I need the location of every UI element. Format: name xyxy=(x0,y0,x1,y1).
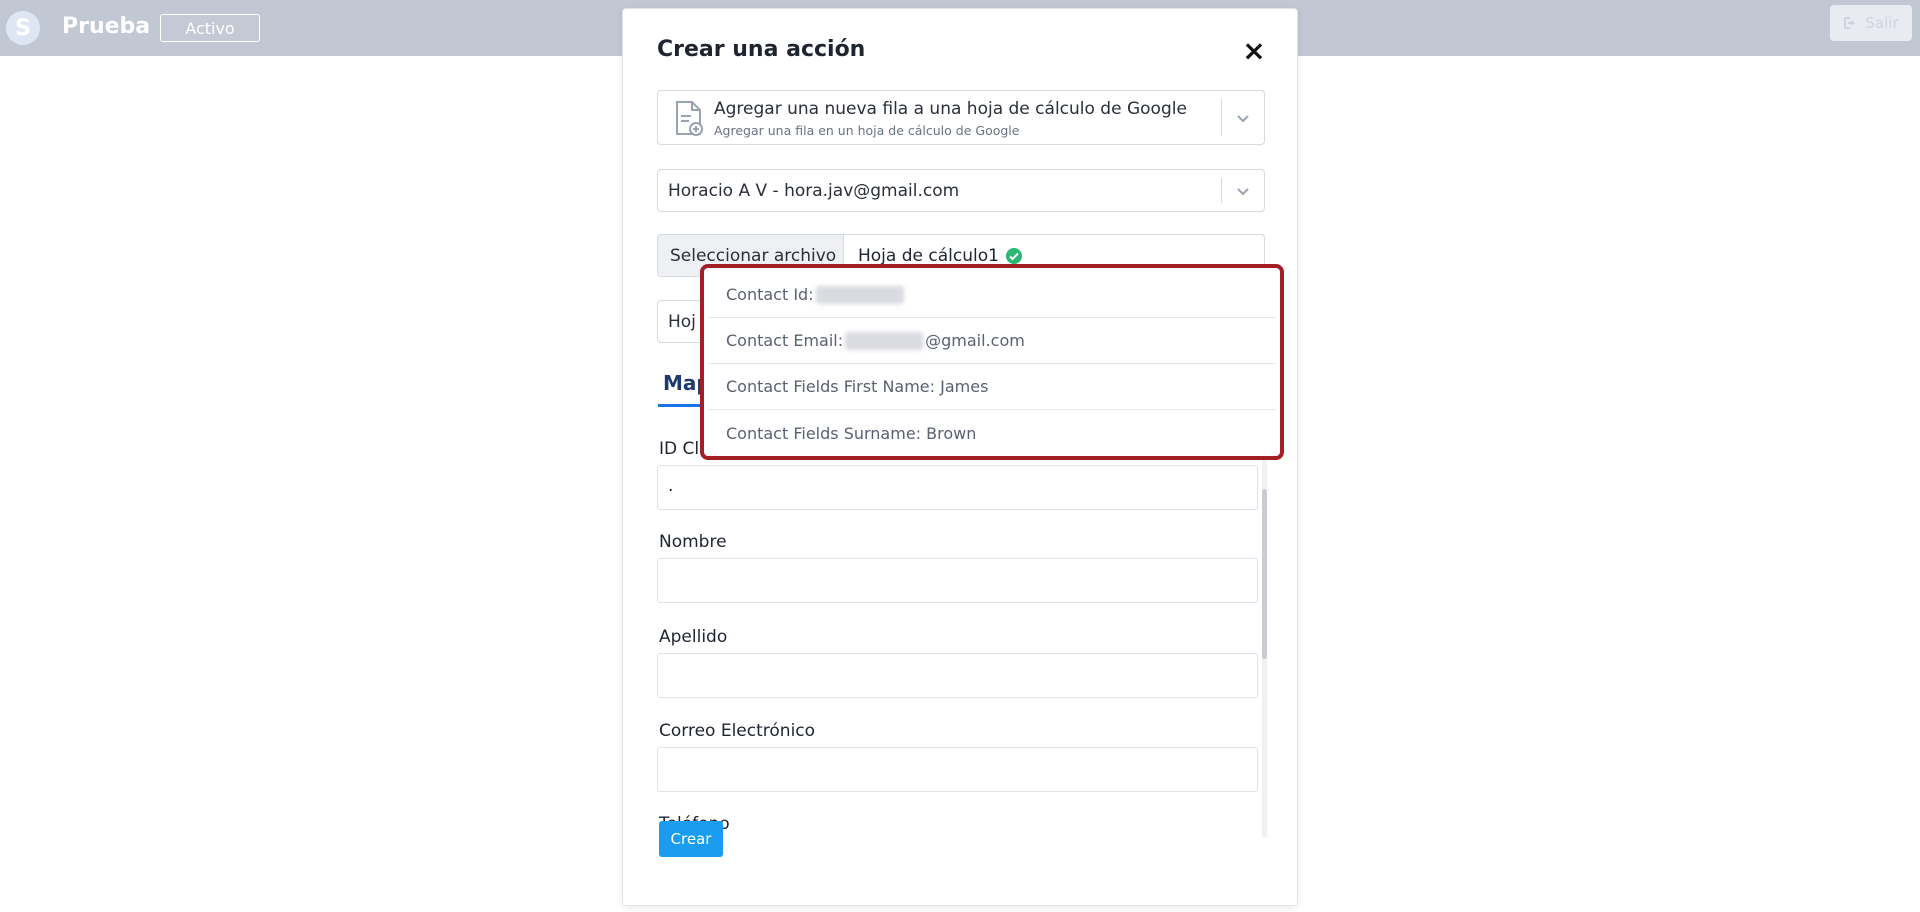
field-label-correo: Correo Electrónico xyxy=(659,721,816,741)
scrollbar-thumb[interactable] xyxy=(1262,489,1267,659)
modal-title: Crear una acción xyxy=(657,37,866,62)
field-label-apellido: Apellido xyxy=(659,627,728,647)
variable-dropdown: Contact Id: Contact Email: @gmail.com Co… xyxy=(700,264,1284,460)
dropdown-item-contact-id[interactable]: Contact Id: xyxy=(708,272,1276,318)
dropdown-item-suffix: @gmail.com xyxy=(925,331,1025,350)
dropdown-item-label: Contact Email: xyxy=(726,331,844,350)
field-input-id[interactable]: . xyxy=(657,465,1258,510)
select-divider xyxy=(1221,99,1222,136)
check-circle-icon xyxy=(1005,248,1022,264)
logo-letter: S xyxy=(15,15,31,41)
field-label-nombre: Nombre xyxy=(659,532,727,552)
close-button[interactable]: × xyxy=(1239,33,1269,67)
dropdown-item-label: Contact Fields Surname: Brown xyxy=(726,423,977,443)
sheet-value: Hoj xyxy=(668,312,696,332)
action-title: Agregar una nueva fila a una hoja de cál… xyxy=(714,99,1187,119)
selected-file: Hoja de cálculo1 xyxy=(858,246,1023,266)
field-mapping-list[interactable]: ID Cl . Nombre Apellido Correo Electróni… xyxy=(657,429,1267,837)
account-value: Horacio A V - hora.jav@gmail.com xyxy=(668,181,960,201)
logout-label: Salir xyxy=(1865,14,1899,32)
status-badge[interactable]: Activo xyxy=(160,14,260,42)
dropdown-item-contact-email[interactable]: Contact Email: @gmail.com xyxy=(708,318,1276,364)
app-logo: S xyxy=(6,11,40,45)
account-select[interactable]: Horacio A V - hora.jav@gmail.com xyxy=(657,169,1265,212)
field-input-apellido[interactable] xyxy=(657,653,1258,698)
dropdown-item-label: Contact Id: xyxy=(726,285,814,304)
chevron-down-icon[interactable] xyxy=(1234,109,1252,127)
action-select[interactable]: Agregar una nueva fila a una hoja de cál… xyxy=(657,90,1265,145)
selected-file-name: Hoja de cálculo1 xyxy=(858,246,999,266)
logout-button[interactable]: Salir xyxy=(1830,5,1912,41)
app-name: Prueba xyxy=(62,14,151,39)
dropdown-item-first-name[interactable]: Contact Fields First Name: James xyxy=(708,364,1276,410)
action-subtitle: Agregar una fila en un hoja de cálculo d… xyxy=(714,123,1020,138)
logout-icon xyxy=(1844,17,1856,29)
field-label-id: ID Cl xyxy=(659,439,700,459)
close-icon: × xyxy=(1242,33,1266,67)
create-button[interactable]: Crear xyxy=(659,821,723,857)
dropdown-item-label: Contact Fields First Name: James xyxy=(726,377,989,396)
select-divider xyxy=(1221,178,1222,203)
document-add-icon xyxy=(676,101,703,136)
field-input-correo[interactable] xyxy=(657,747,1258,792)
dropdown-item-surname[interactable]: Contact Fields Surname: Brown xyxy=(708,410,1276,456)
chevron-down-icon[interactable] xyxy=(1234,182,1252,200)
redacted-value xyxy=(845,331,924,350)
field-input-nombre[interactable] xyxy=(657,558,1258,603)
redacted-value xyxy=(815,285,904,304)
